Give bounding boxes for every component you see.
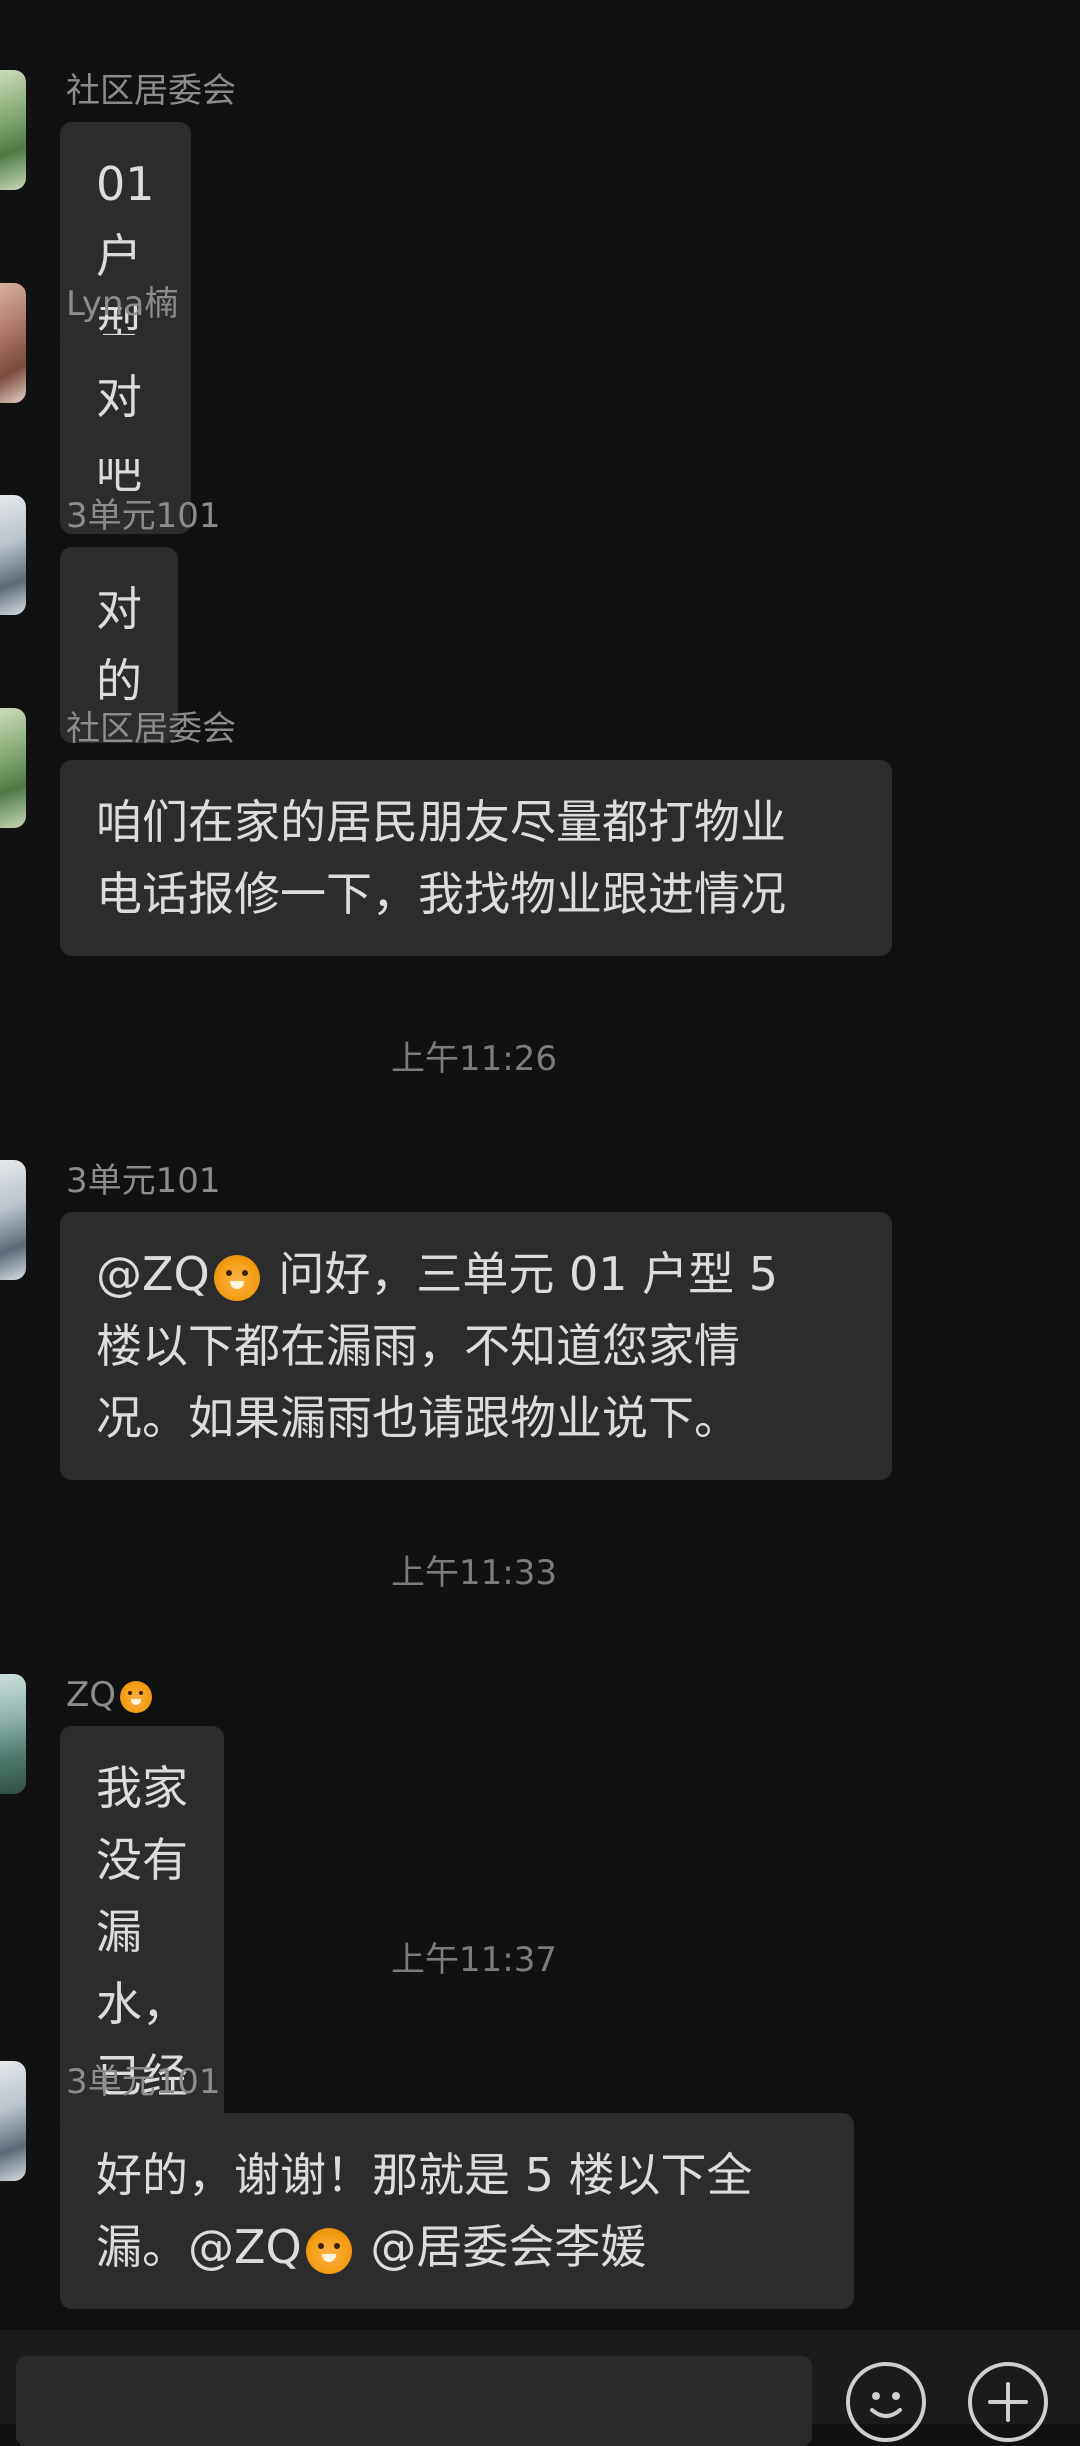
avatar[interactable] xyxy=(0,283,26,403)
timestamp: 上午11:26 xyxy=(391,1039,557,1079)
sender-name[interactable]: 3单元101 xyxy=(66,1160,221,1202)
sender-name[interactable]: 社区居委会 xyxy=(66,70,236,112)
timestamp: 上午11:33 xyxy=(391,1553,557,1593)
plus-icon xyxy=(988,2382,1028,2422)
tiger-face-emoji-icon xyxy=(120,1680,153,1713)
avatar[interactable] xyxy=(0,70,26,190)
message-line: 电话报修一下，我找物业跟进情况 xyxy=(96,867,786,921)
mention[interactable]: @ZQ xyxy=(96,1247,210,1301)
message-bubble[interactable]: 好的，谢谢！那就是 5 楼以下全 漏。@ZQ @居委会李媛 xyxy=(60,2113,854,2309)
avatar[interactable] xyxy=(0,495,26,615)
emoji-face-icon xyxy=(870,2392,902,2418)
more-button[interactable] xyxy=(968,2362,1048,2442)
emoji-button[interactable] xyxy=(846,2362,926,2442)
message-text: 漏。@ZQ xyxy=(96,2220,302,2274)
tiger-face-emoji-icon xyxy=(305,2227,352,2274)
input-bar xyxy=(0,2330,1080,2446)
message-bubble[interactable]: 01 户型对吧 xyxy=(60,122,191,534)
message-line: 好的，谢谢！那就是 5 楼以下全 xyxy=(96,2148,753,2202)
message-bubble[interactable]: 咱们在家的居民朋友尽量都打物业 电话报修一下，我找物业跟进情况 xyxy=(60,760,892,956)
message-bubble[interactable]: @ZQ 问好，三单元 01 户型 5 楼以下都在漏雨，不知道您家情 况。如果漏雨… xyxy=(60,1212,892,1480)
avatar[interactable] xyxy=(0,1160,26,1280)
tiger-face-emoji-icon xyxy=(213,1254,260,1301)
sender-name[interactable]: 3单元101 xyxy=(66,2061,221,2103)
message-input[interactable] xyxy=(16,2356,812,2446)
avatar[interactable] xyxy=(0,2061,26,2181)
sender-name-text: ZQ xyxy=(66,1675,117,1715)
message-line: 楼以下都在漏雨，不知道您家情 xyxy=(96,1319,740,1373)
timestamp: 上午11:37 xyxy=(391,1940,557,1980)
chat-history[interactable]: 社区居委会 01 户型对吧 Lyna楠 对 3单元101 对的 社区居委会 咱们… xyxy=(0,0,1080,2330)
avatar[interactable] xyxy=(0,708,26,828)
sender-name[interactable]: ZQ xyxy=(66,1674,156,1716)
message-text: 问好，三单元 01 户型 5 xyxy=(278,1247,779,1301)
message-line: @ZQ 问好，三单元 01 户型 5 xyxy=(96,1238,856,1310)
sender-name[interactable]: Lyna楠 xyxy=(66,283,178,325)
mention[interactable]: @居委会李媛 xyxy=(370,2220,646,2274)
sender-name[interactable]: 社区居委会 xyxy=(66,708,236,750)
message-bubble[interactable]: 对 xyxy=(60,335,178,459)
avatar[interactable] xyxy=(0,1674,26,1794)
message-line: 咱们在家的居民朋友尽量都打物业 xyxy=(96,795,786,849)
message-line: 漏。@ZQ @居委会李媛 xyxy=(96,2211,818,2283)
message-line: 况。如果漏雨也请跟物业说下。 xyxy=(96,1391,740,1445)
sender-name[interactable]: 3单元101 xyxy=(66,495,221,537)
